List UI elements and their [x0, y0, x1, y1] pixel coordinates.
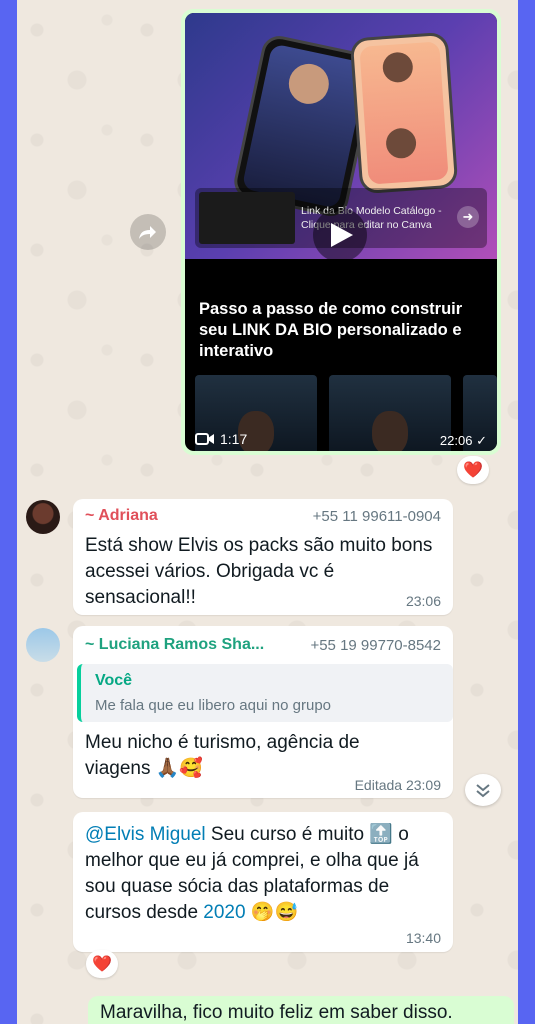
scroll-down-button[interactable] — [465, 774, 501, 806]
video-title: Passo a passo de como construir seu LINK… — [199, 300, 463, 360]
heart-icon: ❤️ — [463, 462, 483, 479]
duration-text: 1:17 — [220, 431, 248, 447]
video-message[interactable]: Link da Bio Modelo Catálogo - Clique par… — [181, 9, 501, 455]
message-bubble: @Elvis Miguel Seu curso é muito 🔝 o melh… — [73, 812, 453, 952]
message-text: Maravilha, fico muito feliz em saber dis… — [100, 1002, 453, 1023]
message-text: Está show Elvis os packs são muito bons … — [85, 535, 433, 608]
heart-icon: ❤️ — [92, 956, 112, 973]
sender-phone: +55 19 99770-8542 — [310, 637, 441, 654]
highlight-link[interactable]: 2020 — [203, 902, 245, 923]
quote-author: Você — [95, 672, 133, 689]
video-camera-icon — [195, 433, 214, 445]
message-text-part: 🤭😅 — [245, 902, 299, 923]
forward-button[interactable] — [130, 214, 166, 250]
play-button[interactable] — [313, 208, 367, 262]
phone-mockup — [349, 31, 459, 195]
sender-name[interactable]: ~ Luciana Ramos Sha... — [85, 636, 264, 654]
message-time: 22:06 ✓ — [440, 433, 487, 449]
message-bubble: ~ Luciana Ramos Sha... +55 19 99770-8542… — [73, 626, 453, 798]
message-text: @Elvis Miguel Seu curso é muito 🔝 o melh… — [85, 822, 445, 926]
quoted-message[interactable]: Você Me fala que eu libero aqui no grupo — [77, 664, 453, 722]
play-icon — [331, 223, 353, 247]
sender-phone: +55 11 99611-0904 — [312, 508, 441, 525]
video-player[interactable]: Link da Bio Modelo Catálogo - Clique par… — [185, 13, 497, 451]
quote-text: Me fala que eu libero aqui no grupo — [95, 697, 332, 714]
video-frame-thumb — [329, 375, 451, 451]
chat-area: Link da Bio Modelo Catálogo - Clique par… — [17, 0, 518, 1024]
check-icon: ✓ — [476, 433, 487, 448]
mention-link[interactable]: @Elvis Miguel — [85, 824, 206, 845]
arrow-right-icon: ➜ — [457, 206, 479, 228]
message-time: Editada 23:09 — [354, 777, 441, 793]
reaction-heart[interactable]: ❤️ — [86, 950, 118, 978]
chevron-down-double-icon — [476, 784, 490, 798]
message-bubble: ~ Adriana +55 11 99611-0904 Está show El… — [73, 499, 453, 615]
avatar[interactable] — [26, 628, 60, 662]
time-text: 22:06 — [439, 433, 473, 448]
avatar[interactable] — [26, 500, 60, 534]
video-duration: 1:17 — [195, 431, 247, 447]
forward-icon — [139, 226, 156, 239]
message-time: 13:40 — [405, 930, 441, 946]
sender-name[interactable]: ~ Adriana — [85, 507, 158, 525]
reaction-heart[interactable]: ❤️ — [457, 456, 489, 484]
message-time: 23:06 — [405, 593, 441, 609]
outgoing-message-bubble: Maravilha, fico muito feliz em saber dis… — [88, 996, 514, 1024]
message-text: Meu nicho é turismo, agência de viagens … — [85, 732, 360, 779]
